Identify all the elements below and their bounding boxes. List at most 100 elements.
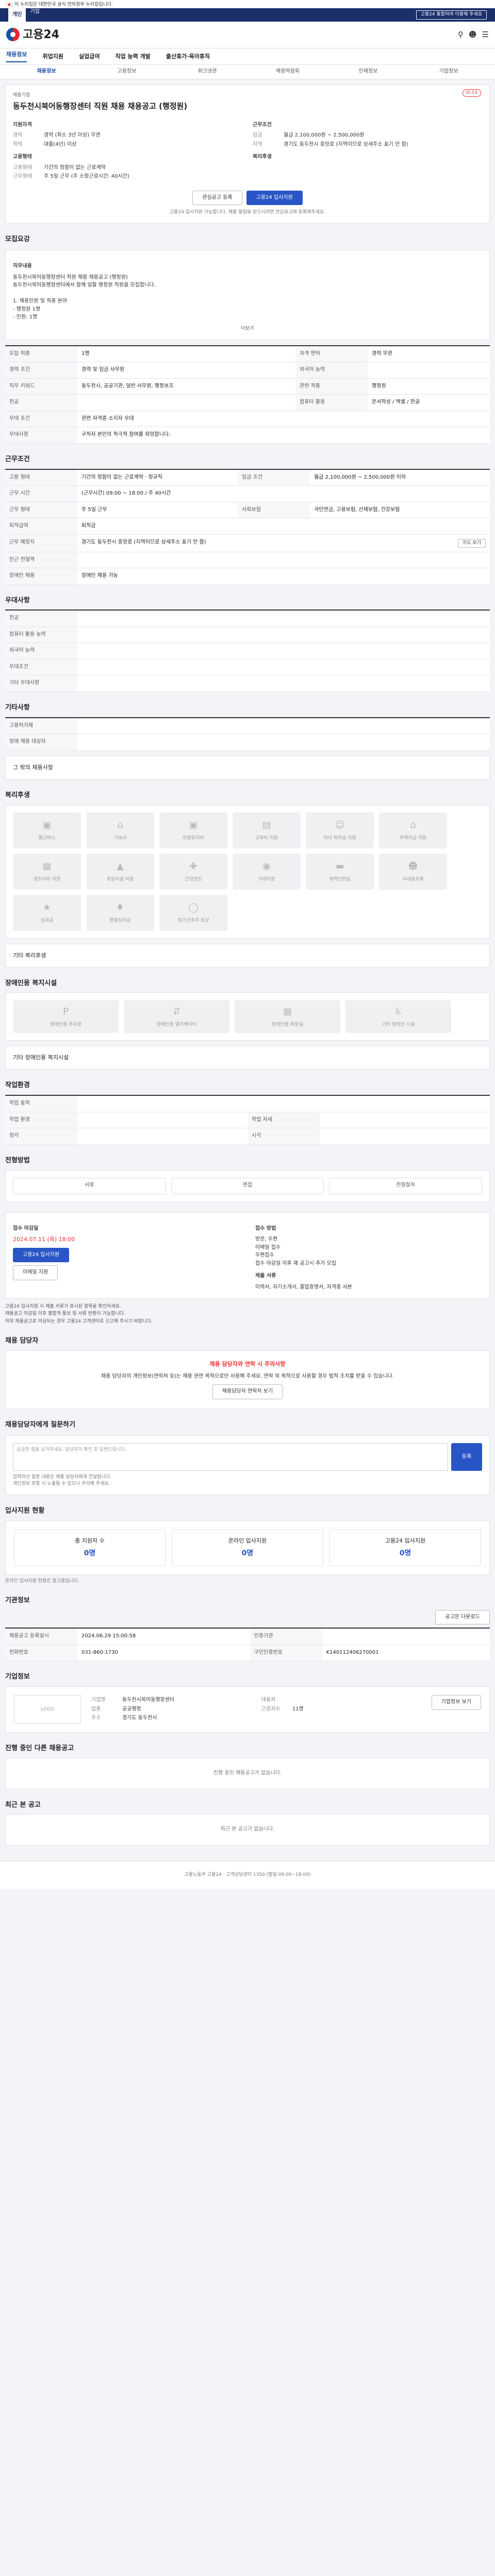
condition-table: 고용 형태 기간의 정함이 없는 근로계약 · 정규직 임금 조건 월급 2,100,…: [5, 468, 490, 585]
section-title: 모집요강: [5, 235, 30, 244]
book-icon: ▤: [262, 820, 271, 831]
welfare-item: ▲ 휴양시설 이용: [86, 853, 154, 890]
tree-icon: ▲: [117, 861, 124, 872]
more-button[interactable]: 더보기: [13, 326, 482, 332]
section-title: 입사지원 현황: [5, 1506, 45, 1515]
job-title: 동두천시북어동행장센터 직원 채용 채용공고 (행정원): [13, 101, 188, 111]
health-icon: ✚: [189, 861, 197, 872]
inquiry-input[interactable]: 궁금한 점을 남겨주세요. 담당자가 확인 후 답변드립니다.: [13, 1443, 448, 1471]
award-icon: ★: [42, 902, 52, 913]
stat-item: 고용24 입사지원 0명: [329, 1529, 481, 1566]
section-title: 전형방법: [5, 1156, 30, 1164]
company-info-button[interactable]: 기업정보 보기: [431, 1695, 482, 1710]
apply-button[interactable]: 고용24 입사지원: [246, 190, 303, 206]
subnav-item[interactable]: 기업정보: [408, 68, 489, 76]
nav-benefit[interactable]: 실업급여: [79, 53, 100, 61]
header: 고용24 ⚲ ☻ ☰: [0, 22, 495, 48]
related-empty: 진행 중인 채용공고가 없습니다.: [5, 1758, 490, 1789]
process-step: 전형절차: [329, 1177, 483, 1194]
job-summary-card: 채용기업 D-14 동두천시북어동행장센터 직원 채용 채용공고 (행정원) 지…: [5, 84, 490, 224]
facility-item: ⇵ 장애인용 엘리베이터: [124, 1000, 229, 1033]
car-icon: ▣: [189, 820, 198, 831]
parking-icon: P: [63, 1006, 69, 1017]
club-icon: ☻: [408, 861, 418, 872]
section-title: 기타사항: [5, 703, 30, 711]
welfare-item: ▣ 차량유지비: [159, 812, 227, 849]
nav-support[interactable]: 취업지원: [42, 53, 63, 61]
facility-item: ♿ 기타 장애인 시설: [345, 1000, 451, 1033]
welfare-item: ⌂ 기숙사: [86, 812, 154, 849]
map-button[interactable]: 지도 보기: [458, 538, 486, 548]
section-title: 기업정보: [5, 1673, 30, 1681]
nav-leave[interactable]: 출산휴가·육아휴직: [166, 53, 210, 61]
company-logo: LOGO: [14, 1695, 81, 1724]
welfare-item: ▣ 통근버스: [13, 812, 81, 849]
dday-badge: D-14: [463, 89, 481, 97]
logo-mark-icon: [6, 28, 20, 42]
show-contact-button[interactable]: 채용담당자 연락처 보기: [212, 1384, 283, 1399]
flag-icon: [6, 2, 12, 7]
subnav-item[interactable]: 채용박람회: [248, 68, 328, 76]
welfare-item: ☺ 자녀 학자금 지원: [306, 812, 374, 849]
save-job-button[interactable]: 관심공고 등록: [192, 190, 242, 206]
etc-table: 고용허가제 장애 채용 대상자: [5, 717, 490, 751]
house-icon: ⌂: [117, 820, 123, 831]
welfare-item: ▬ 체력단련실: [306, 853, 374, 890]
search-icon[interactable]: ⚲: [458, 29, 464, 41]
apply-warnings: 고용24 입사지원 시 제출 서류가 표시된 항목을 확인하세요. 채용공고 마감…: [5, 1304, 153, 1324]
main-nav: 채용정보 취업지원 실업급여 직업 능력 개발 출산휴가·육아휴직: [0, 48, 495, 65]
apply-note: 고용24 입사지원 가능합니다. 채용 알림을 받으시려면 관심공고에 등록해주…: [169, 210, 326, 215]
subnav-item[interactable]: 워크넷관: [167, 68, 248, 76]
elevator-icon: ⇵: [172, 1006, 181, 1017]
gift-icon: ▦: [42, 861, 52, 872]
recent-empty: 최근 본 공고가 없습니다.: [5, 1814, 490, 1845]
section-title: 채용담당자에게 질문하기: [5, 1420, 76, 1429]
etc-extra: 그 밖의 채용사항: [5, 755, 490, 779]
welfare-item: ⌂ 주택자금 지원: [379, 812, 447, 849]
info-table: 채용공고 등록일시 2024.06.29 15:00:58 인증기관 전화번호 031…: [5, 1628, 490, 1662]
stat-item: 온라인 입사지원 0명: [172, 1529, 323, 1566]
welfare-item: ▦ 경조사비 지원: [13, 853, 81, 890]
apply-button-2[interactable]: 고용24 입사지원: [13, 1247, 70, 1263]
section-title: 장애인용 복지시설: [5, 979, 57, 987]
footer: 고용노동부 고용24 · 고객상담센터 1350 (평일 09:00~18:00…: [0, 1860, 495, 1889]
process-step: 서류: [13, 1177, 166, 1194]
facility-icon: ♿: [394, 1006, 403, 1017]
company-box: LOGO 기업명 동두천시북어동행장센터 업종 공공행정 주소 경기도 동두천시 대표…: [5, 1686, 490, 1733]
home-icon: ⌂: [410, 820, 416, 831]
subnav-item[interactable]: 채용정보: [6, 68, 87, 76]
welfare-item: ◉ 식대지원: [233, 853, 301, 890]
menu-icon[interactable]: ☰: [482, 29, 489, 41]
section-title: 우대사항: [5, 596, 30, 604]
bus-icon: ▣: [42, 820, 52, 831]
recruit-table: 모집 직종 1명 자격 면허 경력 무관 경력 조건 경력 및 임금 사무원 외국어 능력…: [5, 345, 490, 444]
inquiry-box: 궁금한 점을 남겨주세요. 담당자가 확인 후 답변드립니다. 등록 입력하신 …: [5, 1435, 490, 1495]
submit-inquiry-button[interactable]: 등록: [451, 1443, 482, 1471]
notice-link[interactable]: 고용24 통합하여 이용해 주세요: [416, 10, 487, 20]
toilet-icon: ▦: [283, 1006, 292, 1017]
subnav-item[interactable]: 인재정보: [328, 68, 408, 76]
job-description: 직무내용 동두천시북어동행장센터 직원 채용 채용공고 (행정원) 동두천시북어…: [5, 250, 490, 340]
nav-training[interactable]: 직업 능력 개발: [115, 53, 150, 61]
welfare-item: ▤ 교육비 지원: [233, 812, 301, 849]
warning-text: 채용 담당자와 연락 시 주의사항: [209, 1361, 286, 1368]
tab-company[interactable]: 기업: [26, 8, 43, 22]
section-title: 복리후생: [5, 791, 30, 799]
nav-jobs[interactable]: 채용정보: [6, 50, 27, 63]
subnav-item[interactable]: 고용정보: [87, 68, 167, 76]
sub-nav: 채용정보 고용정보 워크넷관 채용박람회 인재정보 기업정보: [0, 65, 495, 79]
section-title: 최근 본 공고: [5, 1801, 41, 1809]
company-name: 채용기업: [13, 93, 30, 98]
facility-item: P 장애인용 주차장: [13, 1000, 119, 1033]
user-icon[interactable]: ☻: [469, 29, 477, 41]
facility-item: ▦ 장애인용 화장실: [235, 1000, 340, 1033]
email-apply-button[interactable]: 이메일 지원: [13, 1265, 58, 1280]
gym-icon: ▬: [335, 861, 344, 872]
welfare-item: ☻ 사내동호회: [379, 853, 447, 890]
tab-personal[interactable]: 개인: [8, 8, 26, 22]
welfare-item: ✚ 건강검진: [159, 853, 227, 890]
welfare-item: ♦ 명절상여금: [86, 894, 154, 931]
download-button[interactable]: 공고문 다운로드: [435, 1609, 490, 1625]
stat-item: 총 지원자 수 0명: [14, 1529, 166, 1566]
logo[interactable]: 고용24: [6, 27, 59, 43]
